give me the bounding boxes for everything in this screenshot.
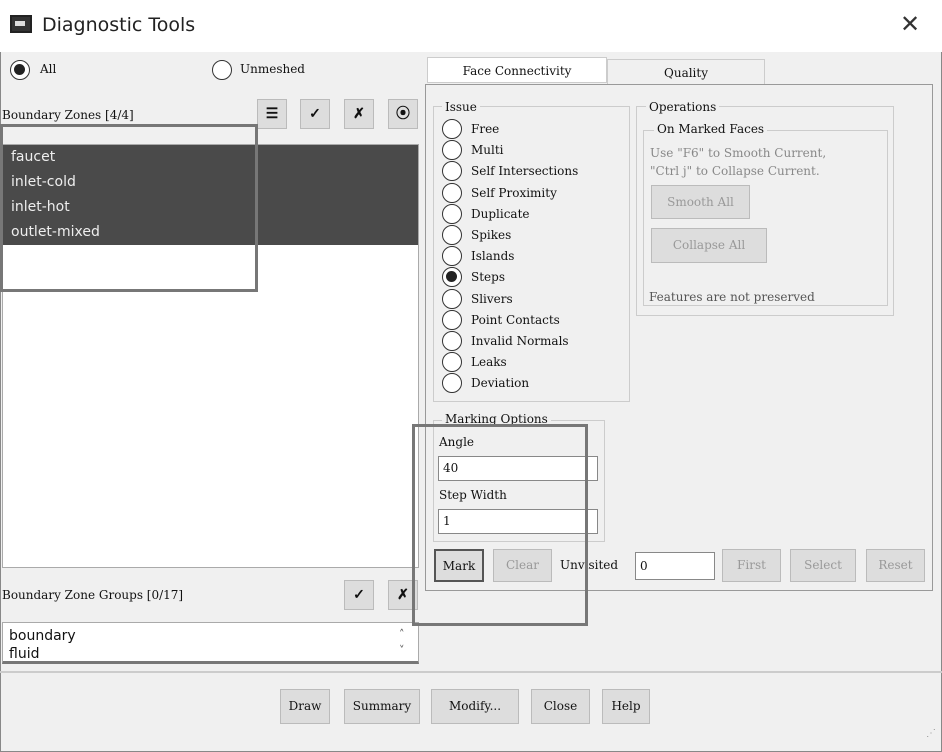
highlight-box (412, 424, 588, 626)
first-button[interactable]: First (722, 549, 781, 582)
issue-label: Leaks (471, 355, 507, 370)
close-icon[interactable]: ✕ (900, 10, 920, 38)
marked-faces-title: On Marked Faces (654, 122, 768, 136)
reset-button[interactable]: Reset (866, 549, 925, 582)
highlight-box (0, 124, 258, 292)
collapse-all-button[interactable]: Collapse All (651, 228, 767, 263)
list-item[interactable]: boundary (3, 623, 418, 644)
help-button[interactable]: Help (602, 689, 650, 724)
issue-label: Self Proximity (471, 185, 557, 200)
window-title: Diagnostic Tools (42, 14, 196, 36)
modify-button[interactable]: Modify... (431, 689, 519, 724)
close-button[interactable]: Close (531, 689, 590, 724)
issue-radio-invalid-normals[interactable] (442, 331, 462, 351)
issue-label: Islands (471, 249, 515, 264)
issue-label: Slivers (471, 291, 513, 306)
divider (0, 671, 942, 673)
issue-radio-self-proximity[interactable] (442, 182, 462, 203)
select-all-icon[interactable]: ☰ (257, 99, 287, 129)
select-check-icon[interactable]: ✓ (344, 580, 374, 610)
issue-label: Free (471, 122, 500, 136)
zone-groups-label: Boundary Zone Groups [0/17] (2, 588, 184, 602)
issue-label: Invalid Normals (471, 334, 569, 348)
draw-button[interactable]: Draw (280, 689, 330, 724)
radio-unmeshed-label: Unmeshed (240, 62, 305, 76)
boundary-zones-label: Boundary Zones [4/4] (2, 108, 134, 122)
target-icon[interactable]: ⦿ (388, 99, 418, 129)
issue-label: Steps (471, 270, 505, 285)
tab-quality[interactable]: Quality (607, 59, 765, 85)
issue-label: Duplicate (471, 206, 530, 221)
deselect-x-icon[interactable]: ✗ (344, 99, 374, 129)
unvisited-input[interactable]: 0 (635, 552, 715, 580)
radio-all[interactable] (10, 60, 30, 80)
radio-unmeshed[interactable] (212, 60, 232, 80)
issue-label: Self Intersections (471, 164, 579, 179)
hint-smooth: Use "F6" to Smooth Current, (650, 146, 827, 160)
summary-button[interactable]: Summary (344, 689, 420, 724)
app-icon (10, 15, 32, 33)
smooth-all-button[interactable]: Smooth All (651, 185, 750, 219)
radio-all-label: All (40, 62, 57, 76)
scroll-arrows-icon[interactable]: ˄ ˅ (399, 627, 405, 659)
hint-collapse: "Ctrl j" to Collapse Current. (650, 164, 820, 178)
issue-title: Issue (442, 100, 480, 114)
issue-radio-point-contacts[interactable] (442, 309, 462, 330)
issue-radio-spikes[interactable] (442, 225, 462, 245)
issue-radio-free[interactable] (442, 119, 462, 139)
zone-groups-list[interactable]: boundary fluid ˄ ˅ (2, 622, 419, 664)
issue-label: Multi (471, 143, 504, 158)
issue-label: Deviation (471, 376, 530, 391)
issue-radio-slivers[interactable] (442, 288, 462, 309)
issue-label: Point Contacts (471, 312, 560, 327)
list-item[interactable]: fluid (3, 644, 418, 661)
operations-title: Operations (646, 100, 720, 114)
resize-grip-icon[interactable]: ⋰ (926, 728, 936, 739)
issue-label: Spikes (471, 228, 512, 242)
features-note: Features are not preserved (649, 290, 815, 304)
select-button[interactable]: Select (790, 549, 856, 582)
issue-group (433, 106, 630, 402)
tab-face-connectivity[interactable]: Face Connectivity (427, 57, 607, 83)
issue-radio-duplicate[interactable] (442, 203, 462, 224)
select-check-icon[interactable]: ✓ (300, 99, 330, 129)
